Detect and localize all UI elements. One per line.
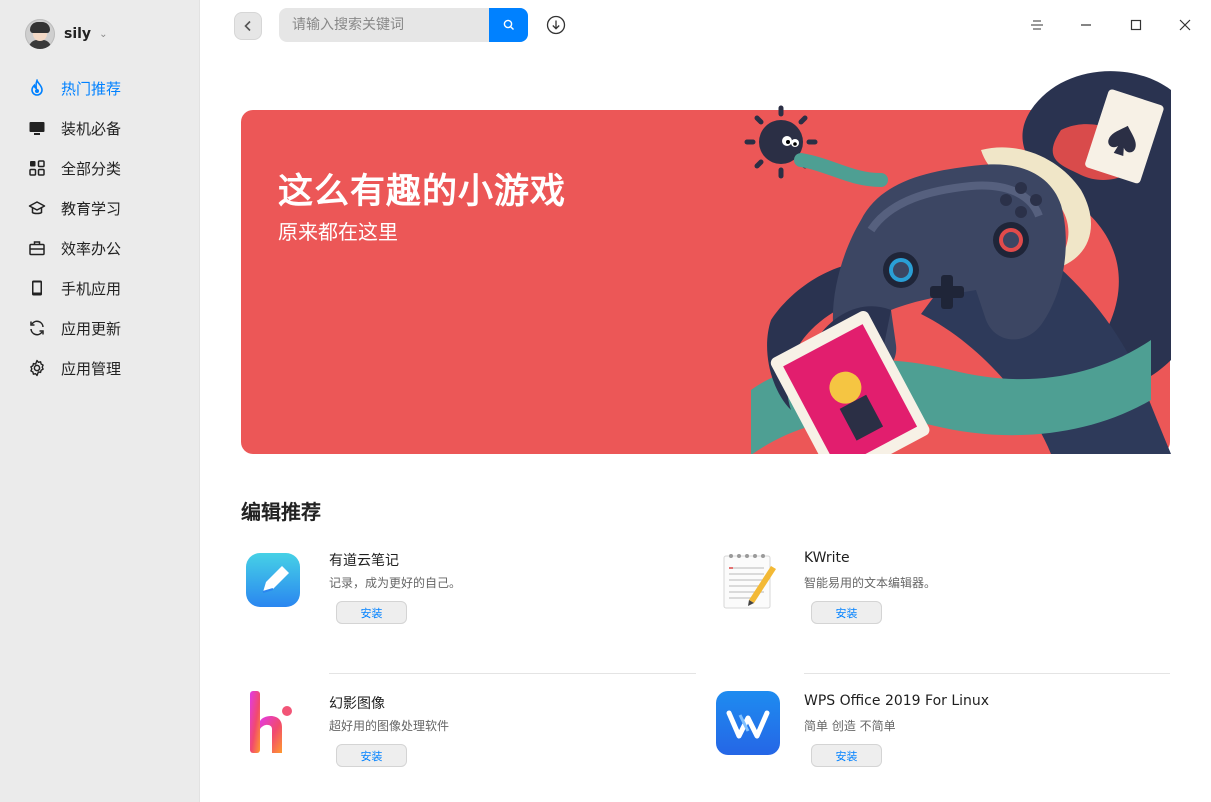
close-button[interactable]	[1175, 15, 1195, 35]
user-menu[interactable]: sily ⌄	[25, 18, 107, 50]
app-description: 简单 创造 不简单	[804, 719, 896, 733]
sidebar-item-label: 效率办公	[61, 239, 122, 258]
app-card[interactable]: KWrite 智能易用的文本编辑器。 安装	[716, 548, 1156, 648]
download-button[interactable]	[546, 15, 566, 35]
banner-title: 这么有趣的小游戏	[278, 172, 567, 212]
hamburger-icon	[1031, 20, 1043, 30]
refresh-icon	[28, 319, 46, 337]
install-button[interactable]: 安装	[811, 744, 882, 767]
search-box	[279, 8, 528, 42]
app-name: 幻影图像	[329, 696, 385, 712]
sidebar-item-label: 全部分类	[61, 159, 122, 178]
notepad-icon	[716, 548, 780, 612]
app-card[interactable]: 有道云笔记 记录，成为更好的自己。 安装	[241, 548, 681, 648]
sidebar-item-label: 教育学习	[61, 199, 122, 218]
minimize-icon	[1081, 24, 1091, 26]
search-icon	[503, 19, 514, 30]
app-card[interactable]: WPS Office 2019 For Linux 简单 创造 不简单 安装	[716, 691, 1156, 791]
app-description: 记录，成为更好的自己。	[329, 576, 462, 590]
graduation-cap-icon	[28, 199, 46, 217]
sidebar-item-mobile[interactable]: 手机应用	[0, 268, 200, 308]
sidebar-item-label: 应用管理	[61, 359, 122, 378]
app-card[interactable]: 幻影图像 超好用的图像处理软件 安装	[241, 691, 681, 791]
section-title: 编辑推荐	[241, 500, 321, 524]
sidebar-item-manage[interactable]: 应用管理	[0, 348, 200, 388]
wps-icon	[716, 691, 780, 755]
maximize-button[interactable]	[1126, 15, 1146, 35]
app-description: 智能易用的文本编辑器。	[804, 576, 937, 590]
sidebar-item-label: 手机应用	[61, 279, 122, 298]
install-button[interactable]: 安装	[811, 601, 882, 624]
youdao-note-icon	[241, 548, 305, 612]
sidebar-item-label: 应用更新	[61, 319, 122, 338]
divider	[329, 673, 696, 674]
briefcase-icon	[28, 239, 46, 257]
install-button[interactable]: 安装	[336, 744, 407, 767]
chevron-down-icon: ⌄	[99, 28, 108, 40]
sidebar-item-categories[interactable]: 全部分类	[0, 148, 200, 188]
app-name: KWrite	[804, 550, 850, 566]
sidebar-item-office[interactable]: 效率办公	[0, 228, 200, 268]
divider	[804, 673, 1170, 674]
featured-banner[interactable]: 这么有趣的小游戏 原来都在这里	[241, 71, 1171, 454]
download-icon	[546, 15, 566, 35]
sidebar-item-education[interactable]: 教育学习	[0, 188, 200, 228]
search-input[interactable]	[279, 8, 489, 42]
app-description: 超好用的图像处理软件	[329, 719, 450, 733]
sidebar-item-hot[interactable]: 热门推荐	[0, 68, 200, 108]
grid-icon	[28, 159, 46, 177]
maximize-icon	[1130, 19, 1142, 31]
sidebar-item-label: 热门推荐	[61, 79, 122, 98]
avatar	[25, 19, 55, 49]
minimize-button[interactable]	[1076, 15, 1096, 35]
app-name: 有道云笔记	[329, 553, 399, 569]
monitor-icon	[28, 119, 46, 137]
flame-icon	[28, 79, 46, 97]
app-name: WPS Office 2019 For Linux	[804, 693, 990, 709]
chevron-left-icon	[244, 20, 251, 32]
hi-logo-icon	[241, 691, 305, 755]
close-icon	[1179, 19, 1191, 31]
sidebar-item-updates[interactable]: 应用更新	[0, 308, 200, 348]
sidebar: sily ⌄ 热门推荐 装机必备 全部分类 教育学习 效率办公 手机应用 应用更…	[0, 0, 200, 802]
install-button[interactable]: 安装	[336, 601, 407, 624]
sidebar-item-label: 装机必备	[61, 119, 122, 138]
game-controller-illustration	[744, 71, 1171, 454]
phone-icon	[28, 279, 46, 297]
banner-subtitle: 原来都在这里	[278, 220, 398, 244]
search-button[interactable]	[489, 8, 528, 42]
back-button[interactable]	[234, 12, 262, 40]
sidebar-nav: 热门推荐 装机必备 全部分类 教育学习 效率办公 手机应用 应用更新 应用管理	[0, 68, 200, 388]
sidebar-item-essentials[interactable]: 装机必备	[0, 108, 200, 148]
username: sily	[64, 26, 92, 42]
menu-button[interactable]	[1027, 15, 1047, 35]
gear-icon	[28, 359, 46, 377]
